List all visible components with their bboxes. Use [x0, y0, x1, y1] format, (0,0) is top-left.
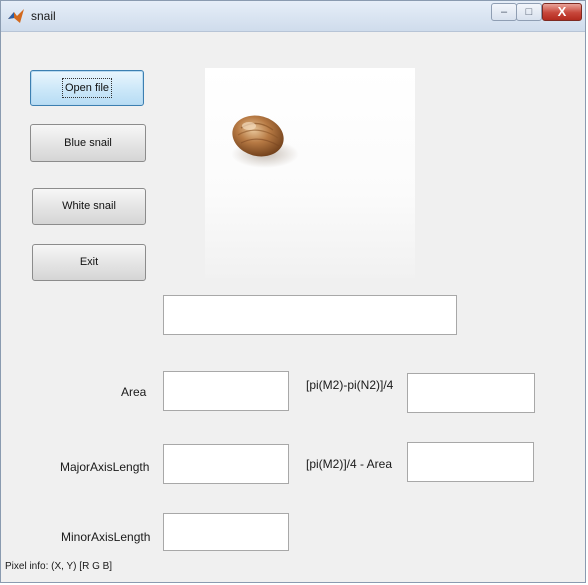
close-icon: X: [557, 4, 567, 19]
title-bar[interactable]: snail – □ X: [1, 1, 585, 32]
snail-shell-image: [205, 68, 415, 278]
close-button[interactable]: X: [542, 3, 582, 21]
app-window: snail – □ X Open file Blue snail White s…: [0, 0, 586, 583]
minor-axis-length-field[interactable]: [163, 513, 289, 551]
window-title: snail: [31, 9, 56, 23]
ellipse-minus-area-field[interactable]: [407, 442, 534, 482]
maximize-button[interactable]: □: [516, 3, 542, 21]
white-snail-label: White snail: [62, 200, 116, 212]
exit-label: Exit: [79, 256, 99, 268]
minimize-icon: –: [500, 6, 508, 18]
minor-axis-length-label: MinorAxisLength: [61, 530, 151, 544]
image-display: [205, 68, 415, 278]
matlab-logo-icon: [8, 9, 24, 23]
blue-snail-button[interactable]: Blue snail: [30, 124, 146, 162]
exit-button[interactable]: Exit: [32, 244, 146, 281]
maximize-icon: □: [525, 6, 533, 18]
result-display-field[interactable]: [163, 295, 457, 335]
white-snail-button[interactable]: White snail: [32, 188, 146, 225]
open-file-label: Open file: [61, 78, 113, 98]
area-field[interactable]: [163, 371, 289, 411]
open-file-button[interactable]: Open file: [30, 70, 144, 106]
ellipse-minus-area-label: [pi(M2)]/4 - Area: [306, 457, 393, 471]
ellipse-diff-field[interactable]: [407, 373, 535, 413]
minimize-button[interactable]: –: [491, 3, 517, 21]
major-axis-length-label: MajorAxisLength: [60, 460, 150, 474]
blue-snail-label: Blue snail: [64, 137, 112, 149]
ellipse-diff-label: [pi(M2)-pi(N2)]/4: [306, 378, 394, 392]
area-label: Area: [121, 385, 147, 399]
pixel-info-status: Pixel info: (X, Y) [R G B]: [5, 561, 113, 572]
major-axis-length-field[interactable]: [163, 444, 289, 484]
